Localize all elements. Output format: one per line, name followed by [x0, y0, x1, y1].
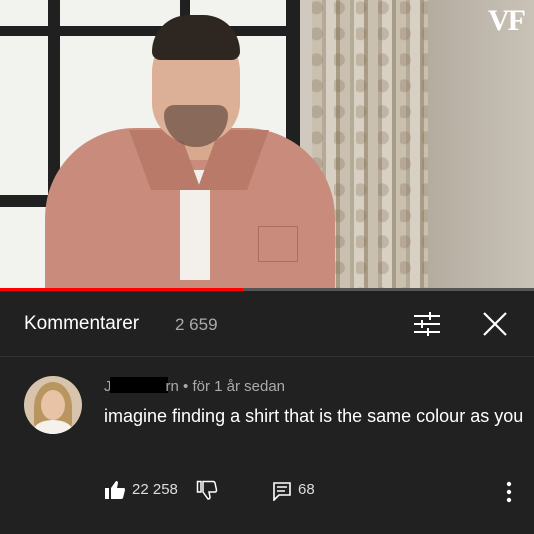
like-count: 22 258 — [132, 481, 178, 498]
video-person — [40, 10, 340, 288]
comment-author-end[interactable]: rn — [166, 378, 179, 395]
filter-sliders-icon[interactable] — [412, 311, 442, 337]
comments-count: 2 659 — [175, 315, 218, 334]
video-player[interactable]: VF — [0, 0, 534, 288]
meta-separator: • — [183, 378, 189, 395]
comment-item: Jrn • för 1 år sedan imagine finding a s… — [0, 358, 534, 534]
comments-header: Kommentarer 2 659 — [0, 291, 534, 357]
thumbs-up-icon[interactable] — [104, 480, 126, 500]
close-icon[interactable] — [480, 309, 510, 339]
reply-count[interactable]: 68 — [298, 481, 315, 498]
comments-title: Kommentarer — [24, 313, 140, 334]
vf-watermark: VF — [488, 4, 526, 37]
author-redaction — [109, 377, 168, 393]
more-vertical-icon[interactable] — [502, 480, 516, 504]
wall — [428, 0, 534, 288]
comment-time: för 1 år sedan — [192, 378, 286, 395]
avatar[interactable] — [24, 376, 82, 434]
reply-icon[interactable] — [272, 481, 292, 501]
comment-text: imagine finding a shirt that is the same… — [104, 406, 524, 426]
comment-meta: Jrn • för 1 år sedan — [104, 377, 285, 395]
thumbs-down-icon[interactable] — [196, 480, 218, 500]
